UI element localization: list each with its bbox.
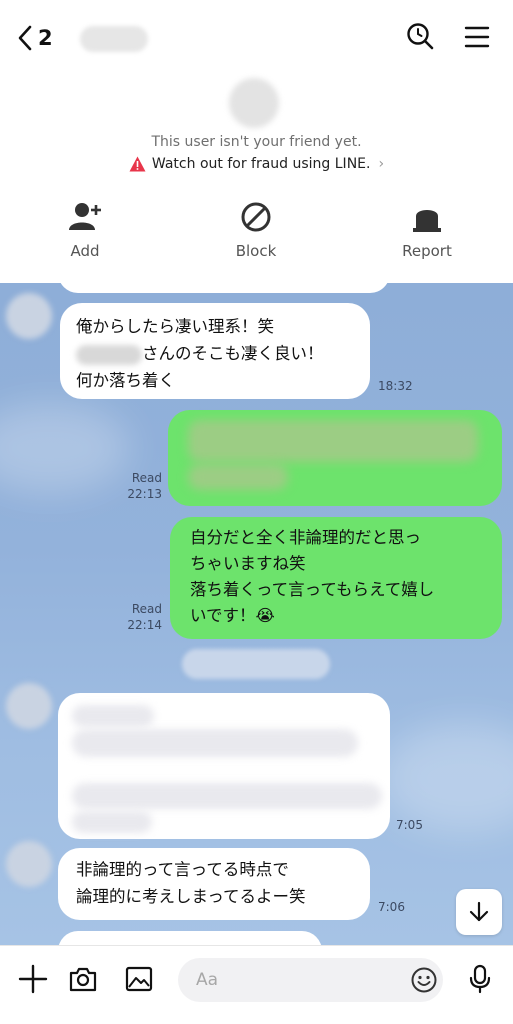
chevron-right-icon: › [378, 156, 385, 172]
message-bubble-partial[interactable]: … [58, 931, 322, 945]
message-line: いです！😭 [190, 606, 275, 625]
search-icon[interactable] [405, 22, 435, 52]
report-label: Report [402, 242, 452, 260]
redacted-text [188, 464, 288, 490]
message-line: … [76, 937, 304, 945]
camera-icon[interactable] [68, 964, 98, 994]
report-icon [413, 210, 441, 232]
message-bubble[interactable]: 俺からしたら凄い理系！笑 さんのそこも凄く良い！ 何か落ち着く [60, 303, 370, 399]
message-line: 非論理的って言ってる時点で [76, 860, 289, 879]
message-line: 自分だと全く非論理的だと思っ [190, 528, 421, 547]
sender-avatar[interactable] [6, 841, 52, 887]
arrow-down-icon [469, 901, 489, 922]
sender-avatar[interactable] [6, 683, 52, 729]
read-receipt: Read 22:14 [124, 601, 162, 633]
image-icon[interactable] [124, 964, 154, 994]
contact-avatar[interactable] [229, 78, 279, 128]
message-line: ちゃいますね笑 [190, 554, 306, 573]
block-button[interactable]: Block [206, 200, 306, 260]
message-bubble-partial[interactable] [58, 283, 390, 293]
microphone-icon[interactable] [465, 964, 495, 994]
chevron-left-icon [18, 25, 32, 51]
redacted-text [72, 705, 154, 727]
message-bubble-redacted[interactable] [168, 410, 502, 506]
message-line: 論理的に考えしまってるよー笑 [76, 887, 306, 906]
message-line: 何か落ち着く [76, 371, 175, 390]
redacted-text [188, 420, 478, 462]
chat-area[interactable]: 俺からしたら凄い理系！笑 さんのそこも凄く良い！ 何か落ち着く 18:32 Re… [0, 283, 513, 945]
block-label: Block [235, 242, 277, 260]
composer-bar: Aa [0, 945, 513, 1024]
fraud-warning-text: Watch out for fraud using LINE. [151, 156, 371, 172]
message-time: 22:13 [127, 487, 162, 501]
plus-icon[interactable] [18, 964, 48, 994]
scroll-to-bottom-button[interactable] [456, 889, 502, 935]
back-button[interactable]: 2 [16, 22, 56, 54]
message-bubble-redacted[interactable] [58, 693, 390, 839]
message-bubble[interactable]: 非論理的って言ってる時点で 論理的に考えしまってるよー笑 [58, 848, 370, 920]
message-time: 18:32 [378, 379, 413, 393]
message-time: 7:06 [378, 900, 405, 914]
chat-header: 2 [0, 0, 513, 76]
read-receipt: Read 22:13 [124, 470, 162, 502]
message-bubble[interactable]: 自分だと全く非論理的だと思っ ちゃいますね笑 落ち着くって言ってもらえて嬉し い… [170, 517, 502, 639]
friend-actions: Add Block Report [0, 200, 513, 270]
warning-icon [129, 156, 146, 172]
add-user-icon [69, 203, 101, 230]
add-friend-button[interactable]: Add [35, 200, 135, 260]
menu-icon[interactable] [462, 22, 492, 52]
message-input[interactable]: Aa [178, 958, 443, 1002]
redacted-name [76, 344, 142, 365]
unread-count: 2 [38, 26, 53, 50]
redacted-text [72, 783, 382, 809]
redacted-text [72, 811, 152, 833]
read-label: Read [131, 602, 162, 616]
sender-avatar[interactable] [6, 293, 52, 339]
contact-name-redacted [80, 26, 148, 52]
message-time: 7:05 [396, 818, 423, 832]
message-line-text: さんのそこも凄く良い！ [142, 344, 324, 363]
report-button[interactable]: Report [377, 200, 477, 260]
add-label: Add [70, 242, 100, 260]
background-cloud [0, 403, 130, 493]
read-label: Read [131, 471, 162, 485]
message-line: 落ち着くって言ってもらえて嬉し [190, 580, 435, 599]
block-icon [241, 202, 271, 232]
message-line: 俺からしたら凄い理系！笑 [76, 317, 274, 336]
date-separator-redacted [182, 649, 330, 679]
redacted-text [72, 729, 358, 757]
background-cloud [380, 723, 513, 833]
fraud-warning-link[interactable]: Watch out for fraud using LINE. › [0, 156, 513, 172]
message-line: さんのそこも凄く良い！ [76, 340, 354, 367]
message-time: 22:14 [127, 618, 162, 632]
not-friend-notice: This user isn't your friend yet. [151, 134, 362, 150]
emoji-icon[interactable] [410, 966, 438, 994]
message-input-placeholder: Aa [196, 970, 219, 990]
